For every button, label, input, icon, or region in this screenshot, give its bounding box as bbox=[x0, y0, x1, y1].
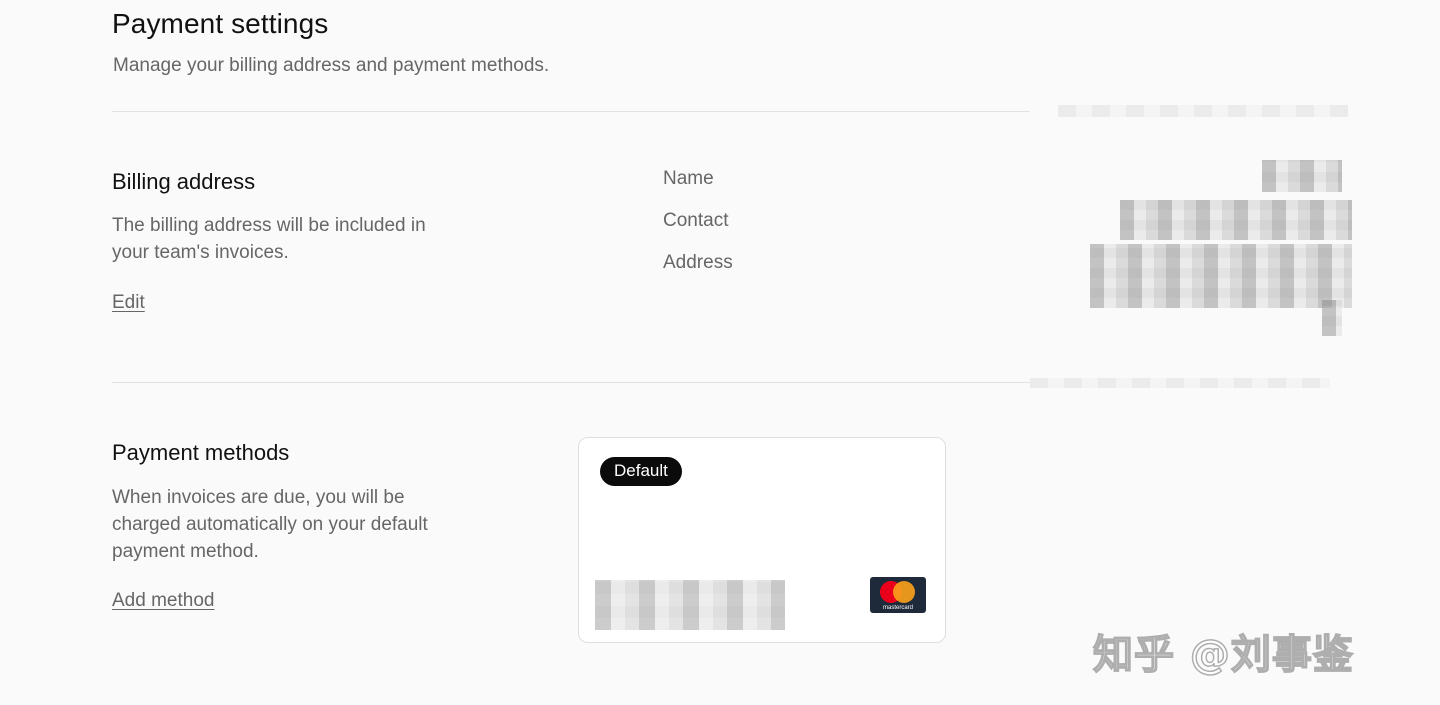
redacted-card-number bbox=[595, 580, 785, 630]
redacted-bar bbox=[1058, 105, 1348, 117]
redacted-address-value bbox=[1090, 244, 1352, 308]
payment-card[interactable]: Default mastercard bbox=[578, 437, 946, 643]
page-subtitle: Manage your billing address and payment … bbox=[113, 55, 550, 76]
add-method-link[interactable]: Add method bbox=[112, 590, 214, 612]
redacted-address-tail bbox=[1322, 300, 1342, 336]
edit-billing-link[interactable]: Edit bbox=[112, 292, 145, 314]
mastercard-icon: mastercard bbox=[870, 577, 926, 613]
page-title: Payment settings bbox=[112, 8, 329, 39]
field-label-name: Name bbox=[663, 168, 714, 189]
section-divider bbox=[112, 382, 1030, 383]
mastercard-wordmark: mastercard bbox=[882, 605, 913, 611]
default-badge: Default bbox=[600, 457, 682, 486]
redacted-contact-value bbox=[1120, 200, 1352, 240]
payment-section-title: Payment methods bbox=[112, 440, 290, 465]
payment-section-description: When invoices are due, you will be charg… bbox=[112, 487, 428, 562]
field-label-address: Address bbox=[663, 252, 733, 273]
redacted-bar bbox=[1030, 378, 1330, 388]
section-divider bbox=[112, 111, 1030, 112]
billing-section-description: The billing address will be included in … bbox=[112, 215, 426, 263]
mastercard-orange-circle bbox=[893, 581, 915, 603]
billing-section-title: Billing address bbox=[112, 169, 256, 194]
watermark: 知乎 @刘事鉴 bbox=[1092, 631, 1354, 679]
field-label-contact: Contact bbox=[663, 210, 729, 231]
redacted-name-value bbox=[1262, 160, 1342, 192]
